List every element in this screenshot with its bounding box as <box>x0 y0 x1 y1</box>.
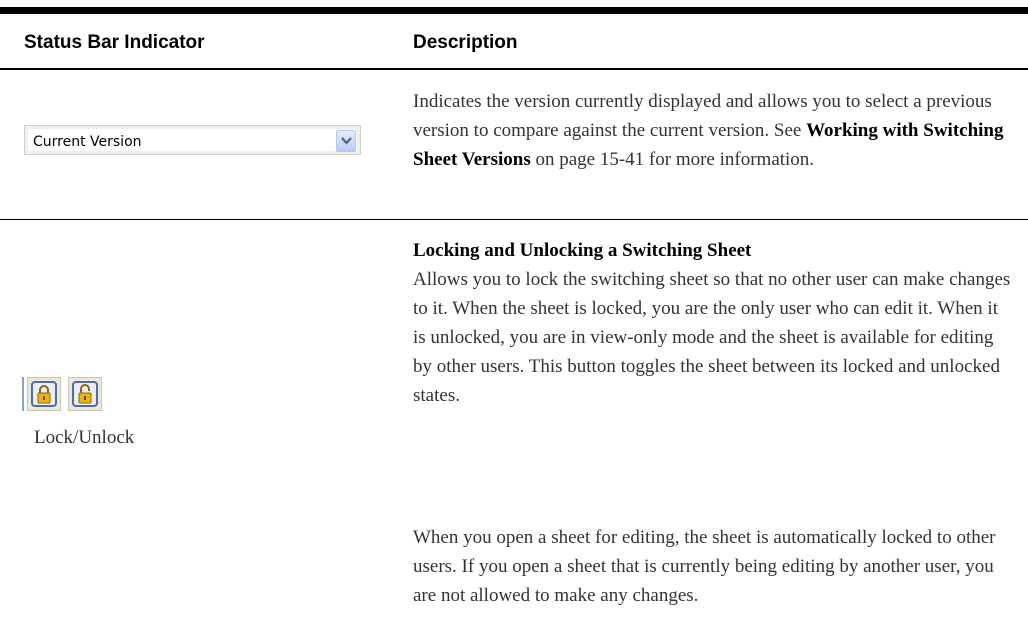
lock-icon <box>37 385 51 404</box>
unlock-button-face <box>72 381 98 407</box>
lock-button-face <box>31 381 57 407</box>
lock-description: Locking and Unlocking a Switching Sheet … <box>413 236 1013 410</box>
lock-heading-text: Locking and Unlocking a Switching Sheet <box>413 240 752 261</box>
version-description: Indicates the version currently displaye… <box>413 87 1013 174</box>
column-header-description: Description <box>413 32 518 53</box>
version-dropdown-field: Current Version <box>27 128 358 152</box>
lock-description-para1: Allows you to lock the switching sheet s… <box>413 269 1011 406</box>
version-dropdown[interactable]: Current Version <box>24 125 361 155</box>
toolbar-edge <box>22 377 24 411</box>
lock-description-para2: When you open a sheet for editing, the s… <box>413 527 996 606</box>
lock-unlock-label: Lock/Unlock <box>34 427 135 448</box>
version-description-text-after: on page 15-41 for more information. <box>530 149 815 170</box>
chevron-down-icon[interactable] <box>336 130 356 152</box>
row-separator <box>0 219 1028 220</box>
lock-description-heading: Locking and Unlocking a Switching Sheet <box>413 236 1013 265</box>
unlock-icon <box>78 384 92 404</box>
column-header-indicator: Status Bar Indicator <box>24 32 205 53</box>
table-top-rule <box>0 7 1028 14</box>
version-dropdown-value: Current Version <box>33 134 142 150</box>
unlock-button[interactable] <box>68 377 102 411</box>
chevron-down-glyph <box>340 137 352 145</box>
lock-button[interactable] <box>27 377 61 411</box>
header-rule <box>0 68 1028 70</box>
